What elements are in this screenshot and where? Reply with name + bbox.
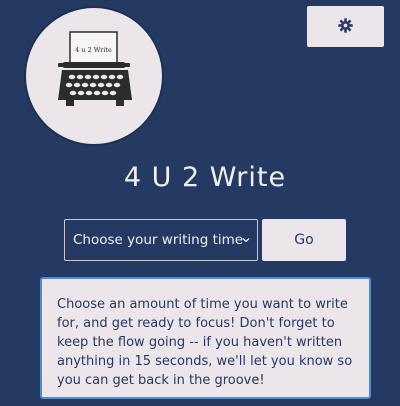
instructions-panel: Choose an amount of time you want to wri… [40, 277, 371, 399]
go-button[interactable]: Go [262, 219, 346, 261]
gear-icon [338, 17, 353, 36]
writing-time-select-value: Choose your writing time [73, 232, 244, 248]
instructions-text: Choose an amount of time you want to wri… [57, 297, 353, 388]
typewriter-icon: 4 u 2 Write [58, 31, 132, 106]
chevron-down-icon [241, 233, 251, 243]
logo-paper-text: 4 u 2 Write [75, 46, 112, 54]
page-title: 4 U 2 Write [123, 162, 287, 193]
settings-button[interactable] [307, 6, 384, 47]
writing-time-select[interactable]: Choose your writing time [64, 219, 258, 261]
app-logo: 4 u 2 Write [24, 6, 164, 146]
